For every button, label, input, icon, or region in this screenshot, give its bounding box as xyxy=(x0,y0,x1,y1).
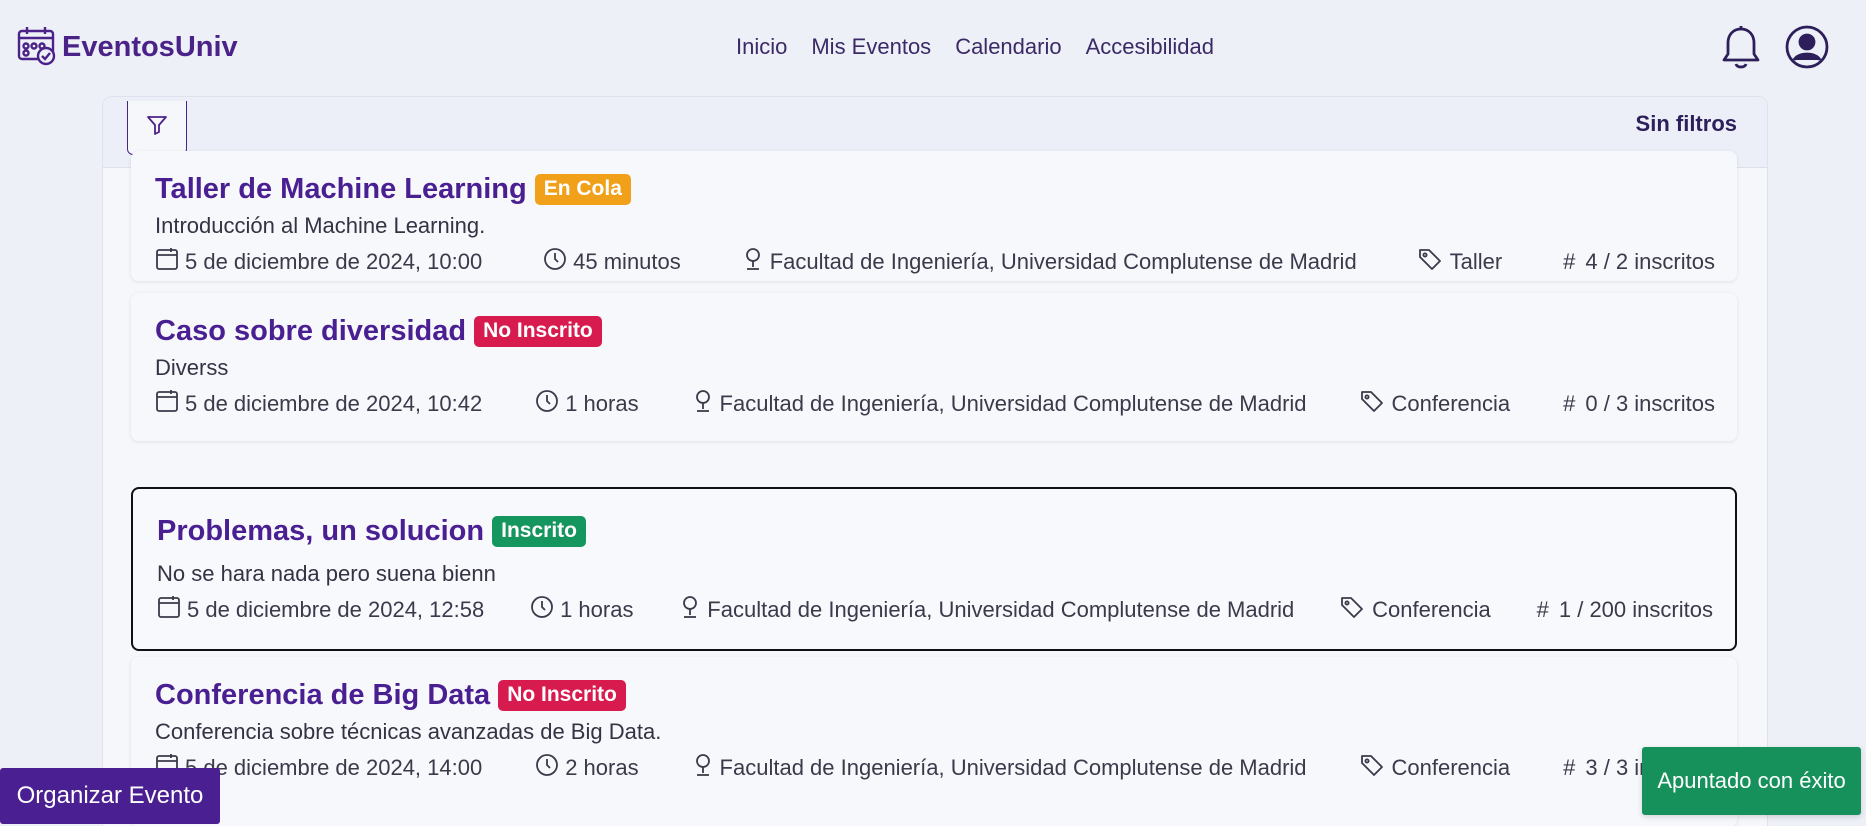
event-registered: # 0 / 3 inscritos xyxy=(1563,389,1715,419)
location-pin-icon xyxy=(679,595,701,625)
event-date-text: 5 de diciembre de 2024, 12:58 xyxy=(187,597,485,622)
event-registered: # 1 / 200 inscritos xyxy=(1537,595,1713,625)
event-meta: 5 de diciembre de 2024, 14:00 2 horas Fa… xyxy=(155,753,1715,783)
main-nav: Inicio Mis Eventos Calendario Accesibili… xyxy=(736,34,1214,60)
tag-icon xyxy=(1360,753,1386,783)
brand[interactable]: EventosUniv xyxy=(16,24,238,71)
clock-icon xyxy=(530,595,554,625)
organize-event-button[interactable]: Organizar Evento xyxy=(0,768,220,824)
location-pin-icon xyxy=(692,753,714,783)
event-location: Facultad de Ingeniería, Universidad Comp… xyxy=(692,753,1307,783)
hash-icon: # xyxy=(1563,391,1576,416)
event-location-text: Facultad de Ingeniería, Universidad Comp… xyxy=(719,755,1307,780)
event-registered-text: 0 / 3 inscritos xyxy=(1585,391,1715,416)
event-location-text: Facultad de Ingeniería, Universidad Comp… xyxy=(707,597,1295,622)
event-category: Conferencia xyxy=(1360,753,1511,783)
event-location: Facultad de Ingeniería, Universidad Comp… xyxy=(679,595,1294,625)
calendar-check-icon xyxy=(16,24,58,71)
clock-icon xyxy=(535,389,559,419)
event-meta: 5 de diciembre de 2024, 12:58 1 horas Fa… xyxy=(157,595,1713,625)
event-meta: 5 de diciembre de 2024, 10:00 45 minutos… xyxy=(155,247,1715,277)
event-duration-text: 45 minutos xyxy=(573,249,681,274)
event-title-row: Problemas, un solucion Inscrito xyxy=(157,515,586,548)
status-badge: No Inscrito xyxy=(498,680,626,711)
event-title-row: Taller de Machine Learning En Cola xyxy=(155,173,631,206)
event-category: Conferencia xyxy=(1360,389,1511,419)
event-duration: 1 horas xyxy=(535,389,639,419)
event-location-text: Facultad de Ingeniería, Universidad Comp… xyxy=(769,249,1357,274)
hash-icon: # xyxy=(1563,755,1576,780)
calendar-icon xyxy=(155,389,179,419)
top-navbar: EventosUniv Inicio Mis Eventos Calendari… xyxy=(0,0,1866,96)
clock-icon xyxy=(543,247,567,277)
event-description: Diverss xyxy=(155,355,229,380)
status-badge: Inscrito xyxy=(492,516,586,547)
hash-icon: # xyxy=(1536,597,1549,622)
event-duration-text: 2 horas xyxy=(565,755,639,780)
event-title: Caso sobre diversidad xyxy=(155,315,467,347)
filter-icon xyxy=(145,113,169,142)
event-date: 5 de diciembre de 2024, 10:42 xyxy=(155,389,482,419)
event-title-row: Conferencia de Big Data No Inscrito xyxy=(155,679,626,712)
nav-link-inicio[interactable]: Inicio xyxy=(736,34,787,60)
location-pin-icon xyxy=(742,247,764,277)
event-duration: 45 minutos xyxy=(543,247,681,277)
clock-icon xyxy=(535,753,559,783)
event-duration: 2 horas xyxy=(535,753,639,783)
event-category-text: Conferencia xyxy=(1372,597,1491,622)
event-category-text: Conferencia xyxy=(1391,755,1511,780)
location-pin-icon xyxy=(692,389,714,419)
event-description: Conferencia sobre técnicas avanzadas de … xyxy=(155,719,662,744)
event-category: Taller xyxy=(1418,247,1503,277)
hash-icon: # xyxy=(1563,249,1576,274)
event-card-selected[interactable]: Problemas, un solucion Inscrito No se ha… xyxy=(131,487,1737,651)
event-registered-text: 1 / 200 inscritos xyxy=(1558,597,1713,622)
event-date-text: 5 de diciembre de 2024, 10:42 xyxy=(185,391,483,416)
status-badge: En Cola xyxy=(534,174,631,205)
tag-icon xyxy=(1418,247,1444,277)
event-description: No se hara nada pero suena bienn xyxy=(157,561,496,586)
event-date: 5 de diciembre de 2024, 10:00 xyxy=(155,247,482,277)
event-card[interactable]: Taller de Machine Learning En Cola Intro… xyxy=(131,151,1737,281)
tag-icon xyxy=(1360,389,1386,419)
calendar-icon xyxy=(155,247,179,277)
brand-name: EventosUniv xyxy=(62,31,238,63)
event-title: Conferencia de Big Data xyxy=(155,679,491,711)
event-date-text: 5 de diciembre de 2024, 14:00 xyxy=(185,755,483,780)
tag-icon xyxy=(1340,595,1366,625)
event-duration: 1 horas xyxy=(530,595,633,625)
nav-link-mis-eventos[interactable]: Mis Eventos xyxy=(811,34,931,60)
event-date: 5 de diciembre de 2024, 12:58 xyxy=(157,595,484,625)
event-date-text: 5 de diciembre de 2024, 10:00 xyxy=(185,249,483,274)
event-category-text: Conferencia xyxy=(1391,391,1511,416)
event-card[interactable]: Conferencia de Big Data No Inscrito Conf… xyxy=(131,657,1737,826)
user-circle-icon[interactable] xyxy=(1784,24,1830,75)
nav-link-accesibilidad[interactable]: Accesibilidad xyxy=(1086,34,1214,60)
filter-button[interactable] xyxy=(127,101,187,155)
event-card[interactable]: Caso sobre diversidad No Inscrito Divers… xyxy=(131,293,1737,441)
event-duration-text: 1 horas xyxy=(565,391,639,416)
event-category-text: Taller xyxy=(1449,249,1503,274)
bell-icon[interactable] xyxy=(1720,24,1762,77)
event-duration-text: 1 horas xyxy=(560,597,634,622)
success-toast: Apuntado con éxito xyxy=(1642,747,1861,815)
status-badge: No Inscrito xyxy=(474,316,602,347)
calendar-icon xyxy=(157,595,181,625)
event-description: Introducción al Machine Learning. xyxy=(155,213,486,238)
event-title: Problemas, un solucion xyxy=(157,515,485,547)
filter-status: Sin filtros xyxy=(1635,111,1737,136)
nav-link-calendario[interactable]: Calendario xyxy=(955,34,1061,60)
event-registered: # 4 / 2 inscritos xyxy=(1563,247,1715,277)
event-meta: 5 de diciembre de 2024, 10:42 1 horas Fa… xyxy=(155,389,1715,419)
event-location: Facultad de Ingeniería, Universidad Comp… xyxy=(692,389,1307,419)
event-title-row: Caso sobre diversidad No Inscrito xyxy=(155,315,602,348)
event-location-text: Facultad de Ingeniería, Universidad Comp… xyxy=(719,391,1307,416)
event-location: Facultad de Ingeniería, Universidad Comp… xyxy=(742,247,1357,277)
events-panel: Sin filtros Taller de Machine Learning E… xyxy=(102,96,1768,826)
event-registered-text: 4 / 2 inscritos xyxy=(1585,249,1715,274)
event-title: Taller de Machine Learning xyxy=(155,173,527,205)
event-category: Conferencia xyxy=(1340,595,1491,625)
